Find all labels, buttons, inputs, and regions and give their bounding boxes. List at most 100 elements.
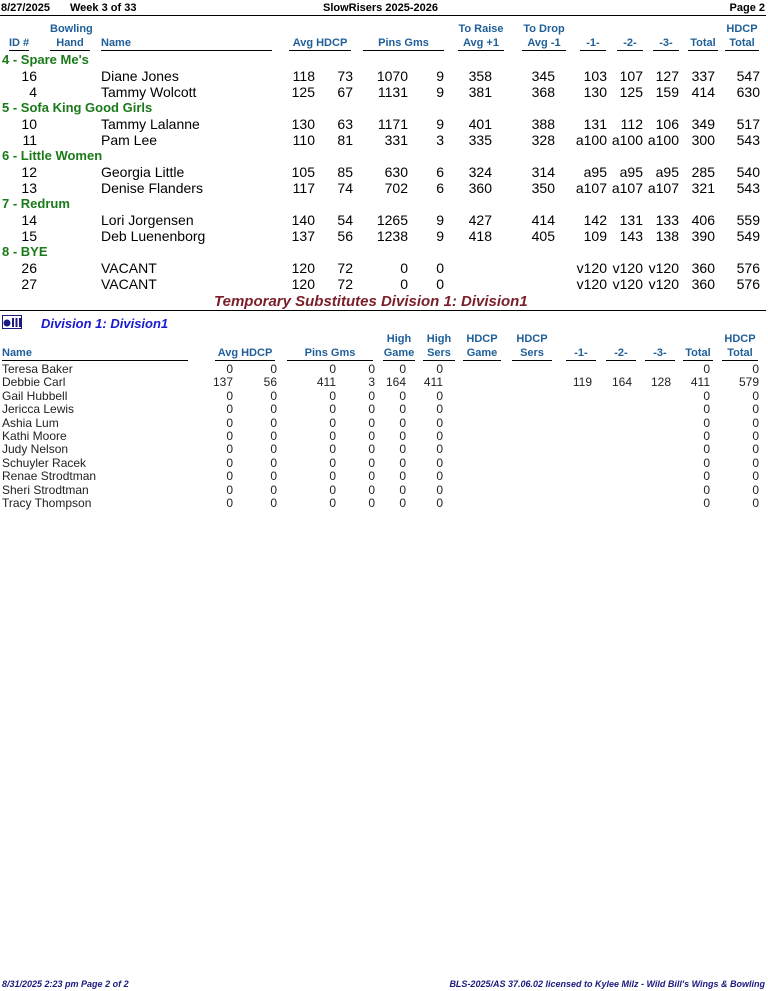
sub-hdcp: 0 [270, 388, 277, 403]
sub-pins: 0 [329, 455, 336, 470]
team-heading: 6 - Little Women [2, 148, 103, 163]
bowler-row: 26 VACANT 120 72 0 0 v120 v120 v120 360 576 [0, 260, 768, 276]
bowler-game3: 138 [655, 228, 679, 244]
bowler-game1: 103 [583, 68, 607, 84]
col-name: Name [101, 36, 272, 51]
sub-high-sers: 411 [423, 375, 443, 390]
bowler-game3: 127 [655, 68, 679, 84]
bowler-gms: 0 [436, 276, 444, 292]
bowler-total: 360 [691, 260, 715, 276]
sub-avg: 0 [226, 402, 233, 417]
bowler-row: 15 Deb Luenenborg 137 56 1238 9 418 405 109 143 13… [0, 228, 768, 244]
col-to-drop: To Drop Avg -1 [522, 23, 566, 51]
sub-hdcp: 0 [270, 415, 277, 430]
bowler-game2: a107 [611, 180, 643, 196]
sub-hdcp: 0 [270, 362, 277, 376]
bowler-name: Pam Lee [101, 132, 158, 148]
bowler-pins: 0 [400, 260, 408, 276]
sub-high-game: 0 [399, 442, 406, 457]
bowler-gms: 9 [436, 68, 444, 84]
sub-col-hdcp-game: HDCP Game [463, 332, 501, 361]
substitute-row: Ashia Lum 0 0 0 0 0 0 0 0 [0, 415, 768, 430]
sub-pins: 0 [329, 469, 336, 484]
bowler-pins: 1171 [377, 116, 408, 132]
sub-pins: 0 [329, 402, 336, 417]
bowler-id: 11 [22, 132, 37, 148]
bowler-row: 4 Tammy Wolcott 125 67 1131 9 381 368 130 125 159 4… [0, 84, 768, 100]
sub-gms: 3 [368, 375, 375, 390]
sub-avg: 137 [212, 375, 233, 390]
bowler-to-drop: 368 [531, 84, 555, 100]
sub-total: 0 [703, 482, 710, 497]
bowler-total: 390 [691, 228, 715, 244]
sub-high-game: 0 [399, 402, 406, 417]
bowler-total: 414 [691, 84, 715, 100]
bowler-game3: v120 [648, 260, 679, 276]
sub-col-hdcp-total: HDCP Total [722, 332, 758, 361]
bowler-avg: 120 [291, 276, 315, 292]
col-hdcp-total: HDCP Total [725, 23, 759, 51]
bowler-id: 27 [21, 276, 37, 292]
sub-hdcp: 0 [270, 442, 277, 457]
sub-pins: 0 [329, 415, 336, 430]
sub-high-sers: 0 [436, 469, 443, 484]
substitute-row: Debbie Carl 137 56 411 3 164 411 119 164 128 411 57… [0, 375, 768, 390]
bowler-game3: 133 [655, 212, 679, 228]
bowler-game1: 131 [583, 116, 607, 132]
bowler-gms: 6 [436, 164, 444, 180]
sub-avg: 0 [226, 429, 233, 443]
sub-hdcp: 0 [270, 469, 277, 484]
bowler-to-drop: 350 [531, 180, 555, 196]
report-date: 8/27/2025 [1, 2, 50, 14]
bowler-hdcp-total: 576 [736, 276, 760, 292]
sub-col-game1: -1- [566, 346, 596, 361]
substitute-row: Renae Strodtman 0 0 0 0 0 0 0 0 [0, 469, 768, 484]
sub-high-sers: 0 [436, 496, 443, 510]
sub-gms: 0 [368, 362, 375, 376]
bowler-id: 10 [21, 116, 37, 132]
sub-name: Tracy Thompson [2, 496, 92, 510]
bowler-avg: 140 [291, 212, 315, 228]
bowler-name: Denise Flanders [101, 180, 203, 196]
bowler-row: 11 Pam Lee 110 81 331 3 335 328 a100 a100 a100 300 5… [0, 132, 768, 148]
col-bowling-hand: Bowling Hand [50, 23, 93, 51]
sub-high-game: 0 [399, 469, 406, 484]
bowler-hdcp: 73 [337, 68, 353, 84]
sub-col-hdcp-sers: HDCP Sers [512, 332, 552, 361]
sub-high-sers: 0 [436, 388, 443, 403]
bowler-hdcp: 63 [337, 116, 353, 132]
sub-total: 0 [703, 442, 710, 457]
substitute-row: Jericca Lewis 0 0 0 0 0 0 0 0 [0, 402, 768, 417]
bowler-hdcp-total: 630 [736, 84, 760, 100]
bowler-gms: 9 [436, 84, 444, 100]
sub-col-game3: -3- [645, 346, 675, 361]
team-heading: 8 - BYE [2, 244, 48, 259]
col-total: Total [688, 36, 718, 51]
col-avg-hdcp: Avg HDCP [289, 36, 351, 51]
bowler-avg: 137 [291, 228, 315, 244]
sub-total: 411 [690, 375, 710, 390]
bowler-hdcp: 81 [337, 132, 353, 148]
sub-col-name: Name [2, 346, 188, 361]
bowler-avg: 120 [291, 260, 315, 276]
sub-total: 0 [703, 402, 710, 417]
col-to-raise: To Raise Avg +1 [458, 23, 504, 51]
team-heading: 4 - Spare Me's [2, 52, 89, 67]
substitute-row: Kathi Moore 0 0 0 0 0 0 0 0 [0, 429, 768, 443]
sub-hdcp-total: 0 [752, 402, 759, 417]
footer-license: BLS-2025/AS 37.06.02 licensed to Kylee M… [449, 979, 765, 989]
sub-gms: 0 [368, 402, 375, 417]
sub-hdcp: 0 [270, 482, 277, 497]
bowler-name: VACANT [101, 276, 157, 292]
substitute-row: Gail Hubbell 0 0 0 0 0 0 0 0 [0, 388, 768, 403]
sub-hdcp-total: 0 [752, 429, 759, 443]
bowler-avg: 117 [292, 180, 315, 196]
sub-total: 0 [703, 455, 710, 470]
bowler-pins: 1265 [376, 212, 408, 228]
bowler-to-raise: 324 [468, 164, 492, 180]
bowler-hdcp-total: 517 [736, 116, 760, 132]
substitute-row: Schuyler Racek 0 0 0 0 0 0 0 0 [0, 455, 768, 470]
bowler-game2: 125 [619, 84, 643, 100]
bowler-hdcp-total: 559 [736, 212, 760, 228]
bowler-gms: 0 [436, 260, 444, 276]
